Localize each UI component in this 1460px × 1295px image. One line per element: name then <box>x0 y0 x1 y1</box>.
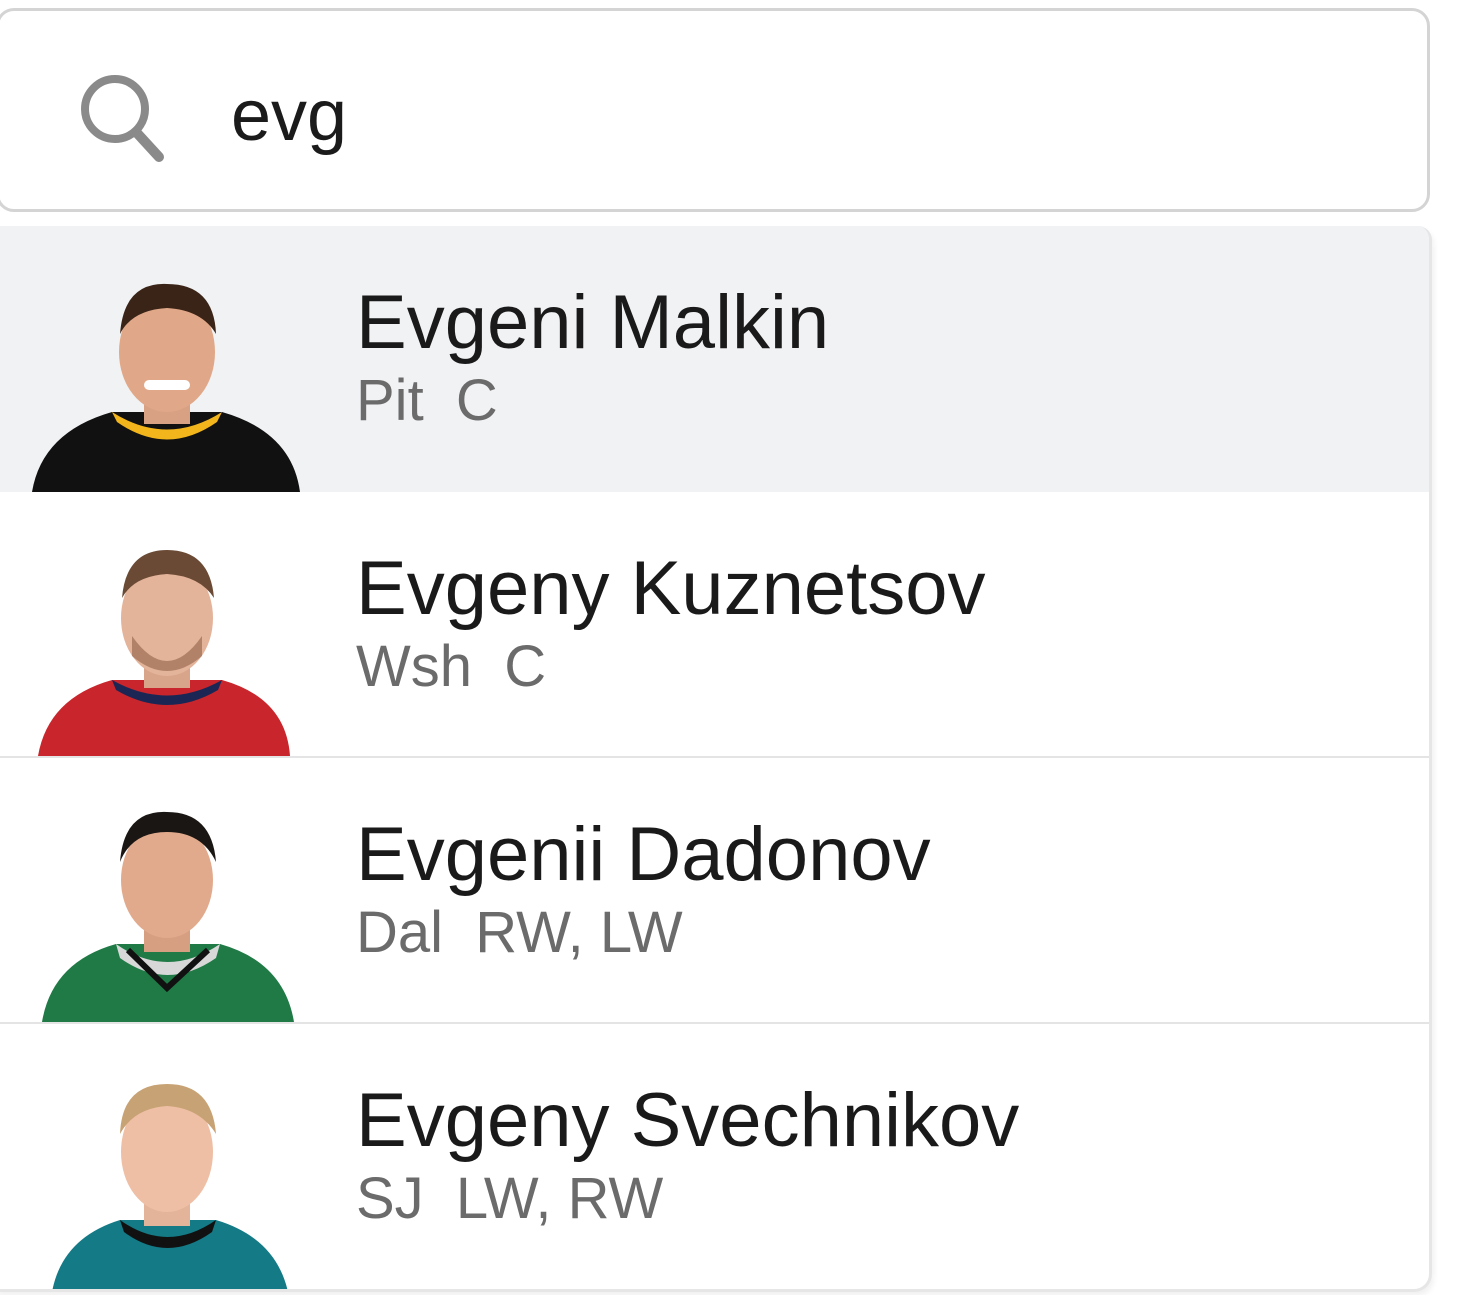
player-name: Evgenii Dadonov <box>356 812 931 897</box>
search-icon <box>81 75 164 162</box>
player-headshot-avatar <box>38 550 290 756</box>
player-name: Evgeny Kuznetsov <box>356 546 986 631</box>
result-item-svechnikov[interactable]: Evgeny Svechnikov SJ LW, RW <box>0 1024 1429 1289</box>
result-item-kuznetsov[interactable]: Evgeny Kuznetsov Wsh C <box>0 492 1429 758</box>
player-headshot-avatar <box>32 283 300 492</box>
player-search-widget: Evgeni Malkin Pit C Evgeny Kuznetsov Wsh… <box>0 0 1460 1295</box>
player-team-position: Wsh C <box>356 634 547 699</box>
player-name: Evgeny Svechnikov <box>356 1078 1020 1163</box>
player-name: Evgeni Malkin <box>356 280 830 365</box>
result-item-malkin[interactable]: Evgeni Malkin Pit C <box>0 226 1429 492</box>
player-headshot-avatar <box>42 811 294 1022</box>
search-results-dropdown: Evgeni Malkin Pit C Evgeny Kuznetsov Wsh… <box>0 226 1432 1292</box>
player-team-position: Dal RW, LW <box>356 900 683 965</box>
player-team-position: SJ LW, RW <box>356 1166 664 1231</box>
result-item-dadonov[interactable]: Evgenii Dadonov Dal RW, LW <box>0 758 1429 1024</box>
search-box[interactable] <box>0 8 1430 212</box>
player-headshot-avatar <box>52 1084 288 1289</box>
player-team-position: Pit C <box>356 368 498 433</box>
search-input[interactable] <box>231 61 1381 171</box>
